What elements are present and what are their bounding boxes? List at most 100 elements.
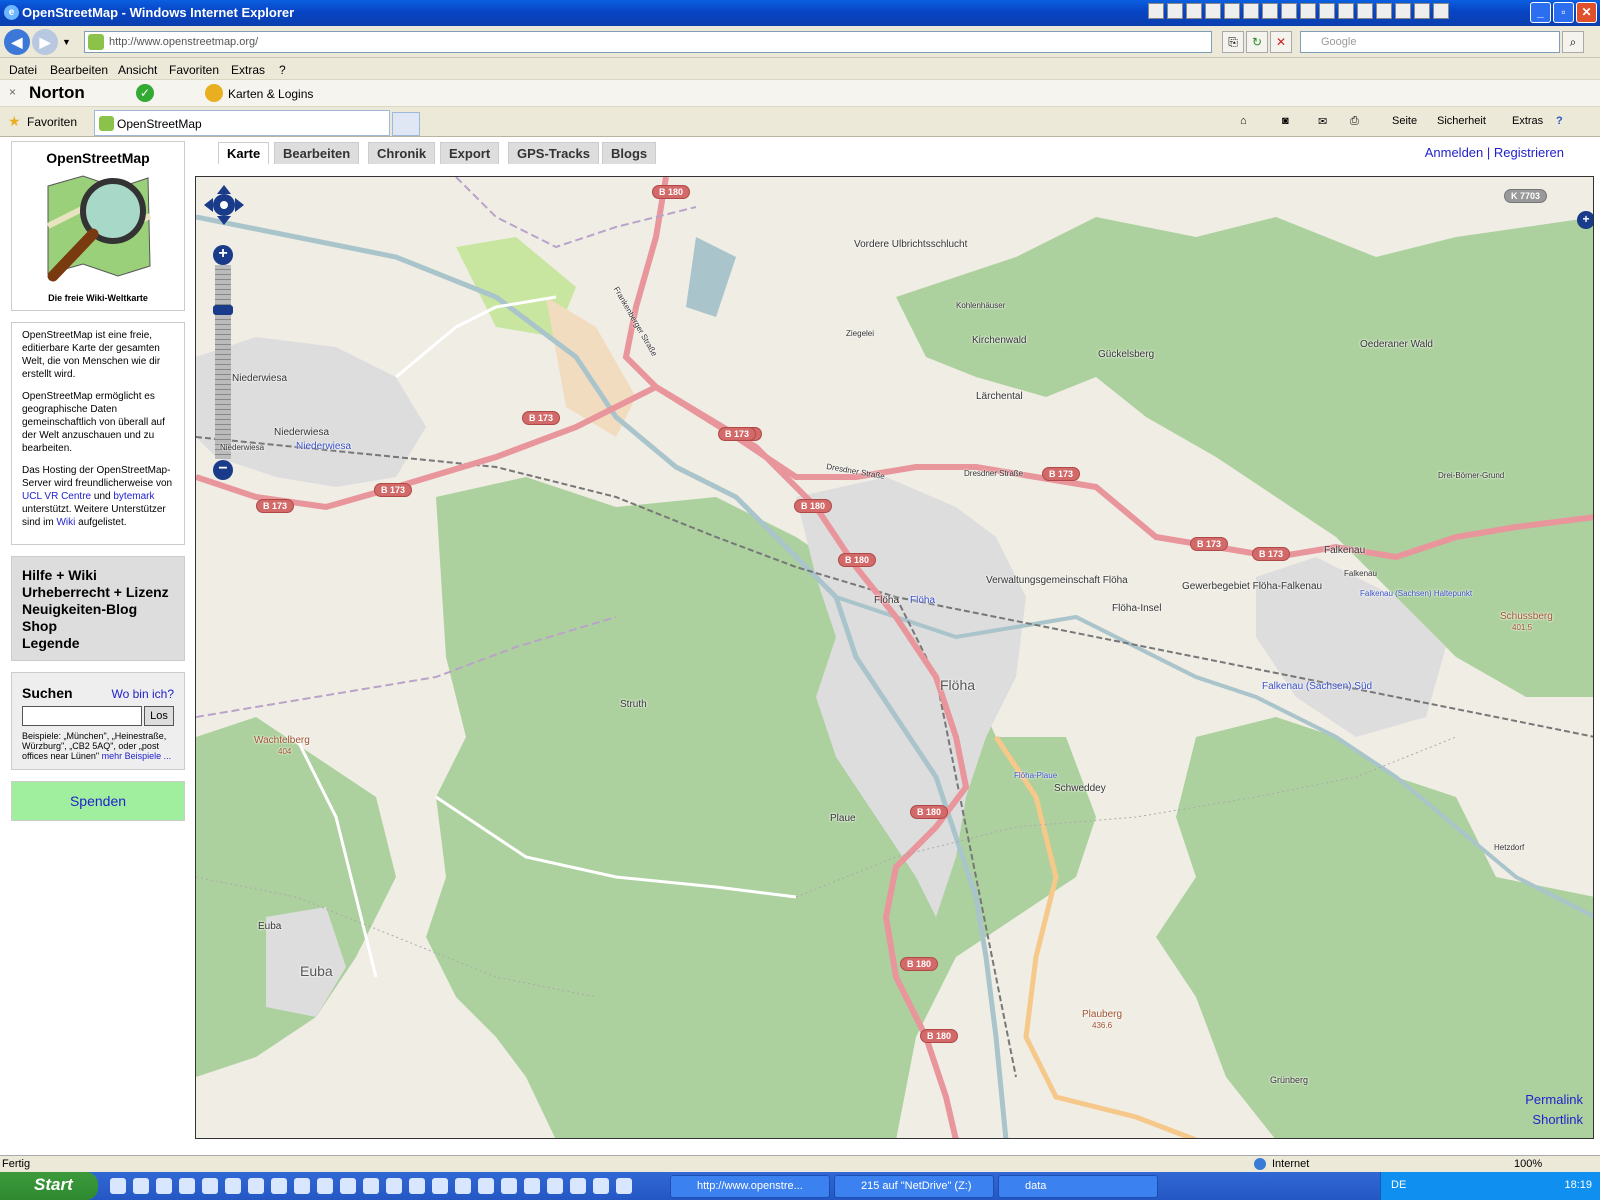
login-link[interactable]: Anmelden — [1425, 145, 1484, 160]
minimize-button[interactable]: _ — [1530, 2, 1551, 23]
app-icon[interactable] — [1376, 3, 1392, 19]
star-icon[interactable]: ★ — [8, 113, 21, 130]
app-icon[interactable] — [1414, 3, 1430, 19]
zoom-level[interactable]: 100% — [1514, 1158, 1542, 1170]
quicklaunch-icon[interactable] — [547, 1178, 563, 1194]
back-button[interactable]: ◀ — [4, 29, 30, 55]
tab-gps-tracks[interactable]: GPS-Tracks — [508, 142, 599, 164]
security-menu[interactable]: Sicherheit — [1437, 115, 1486, 127]
bytemark-link[interactable]: bytemark — [113, 491, 154, 502]
menu-datei[interactable]: Datei — [9, 63, 37, 77]
norton-logo[interactable]: Norton — [29, 83, 85, 103]
favorites-button[interactable]: Favoriten — [27, 115, 77, 129]
menu-extras[interactable]: Extras — [231, 63, 265, 77]
map[interactable]: + − + Vordere Ulbrichtsschlucht Kohlenhä… — [195, 176, 1594, 1139]
menu-favoriten[interactable]: Favoriten — [169, 63, 219, 77]
tab-chronik[interactable]: Chronik — [368, 142, 436, 164]
close-button[interactable]: ✕ — [1576, 2, 1597, 23]
app-icon[interactable] — [1148, 3, 1164, 19]
logins-menu[interactable]: Karten & Logins — [228, 87, 313, 101]
refresh-button[interactable]: ↻ — [1246, 31, 1268, 53]
quicklaunch-icon[interactable] — [570, 1178, 586, 1194]
page-menu[interactable]: Seite — [1392, 115, 1417, 127]
zoom-in-button[interactable]: + — [213, 245, 233, 265]
app-icon[interactable] — [1281, 3, 1297, 19]
app-icon[interactable] — [1319, 3, 1335, 19]
register-link[interactable]: Registrieren — [1494, 145, 1564, 160]
app-icon[interactable] — [1243, 3, 1259, 19]
zoom-slider[interactable] — [213, 305, 233, 315]
rss-icon[interactable]: ◙ — [1282, 115, 1289, 127]
quicklaunch-icon[interactable] — [225, 1178, 241, 1194]
taskbar-item[interactable]: 215 auf "NetDrive" (Z:) — [834, 1175, 994, 1198]
url-field[interactable]: http://www.openstreetmap.org/ — [84, 31, 1212, 53]
more-examples-link[interactable]: mehr Beispiele ... — [102, 751, 172, 761]
legend-link[interactable]: Legende — [22, 635, 174, 652]
tab-bearbeiten[interactable]: Bearbeiten — [274, 142, 360, 164]
layer-switcher-button[interactable]: + — [1577, 211, 1593, 229]
shortlink-link[interactable]: Shortlink — [1525, 1110, 1583, 1130]
search-icon[interactable]: ⌕ — [1562, 31, 1584, 53]
clock[interactable]: 18:19 — [1564, 1179, 1592, 1191]
stop-button[interactable]: ✕ — [1270, 31, 1292, 53]
app-icon[interactable] — [1224, 3, 1240, 19]
start-button[interactable]: Start — [0, 1172, 98, 1200]
quicklaunch-icon[interactable] — [455, 1178, 471, 1194]
quicklaunch-icon[interactable] — [363, 1178, 379, 1194]
app-icon[interactable] — [1338, 3, 1354, 19]
permalink-link[interactable]: Permalink — [1525, 1090, 1583, 1110]
print-icon[interactable]: ⎙ — [1350, 115, 1359, 128]
donate-button[interactable]: Spenden — [11, 781, 185, 821]
tab-export[interactable]: Export — [440, 142, 500, 164]
app-icon[interactable] — [1167, 3, 1183, 19]
quicklaunch-icon[interactable] — [478, 1178, 494, 1194]
language-indicator[interactable]: DE — [1391, 1179, 1406, 1191]
map-tiles[interactable] — [196, 177, 1594, 1139]
search-go-button[interactable]: Los — [144, 706, 174, 726]
quicklaunch-icon[interactable] — [616, 1178, 632, 1194]
zoom-rail[interactable] — [215, 265, 231, 459]
place-search-input[interactable] — [22, 706, 142, 726]
app-icon[interactable] — [1395, 3, 1411, 19]
taskbar-item[interactable]: data — [998, 1175, 1158, 1198]
forward-button[interactable]: ▶ — [32, 29, 58, 55]
quicklaunch-icon[interactable] — [317, 1178, 333, 1194]
zoom-out-button[interactable]: − — [213, 460, 233, 480]
quicklaunch-icon[interactable] — [271, 1178, 287, 1194]
quicklaunch-icon[interactable] — [524, 1178, 540, 1194]
app-icon[interactable] — [1205, 3, 1221, 19]
help-icon[interactable]: ? — [1556, 115, 1563, 127]
checkmark-icon[interactable]: ✓ — [136, 84, 154, 102]
wiki-link[interactable]: Wiki — [56, 517, 75, 528]
quicklaunch-icon[interactable] — [340, 1178, 356, 1194]
copyright-link[interactable]: Urheberrecht + Lizenz — [22, 584, 174, 601]
close-icon[interactable]: × — [9, 85, 16, 99]
tab-blogs[interactable]: Blogs — [602, 142, 657, 164]
quicklaunch-icon[interactable] — [202, 1178, 218, 1194]
app-icon[interactable] — [1357, 3, 1373, 19]
chevron-down-icon[interactable]: ▼ — [62, 37, 71, 47]
ucl-link[interactable]: UCL VR Centre — [22, 491, 91, 502]
menu-ansicht[interactable]: Ansicht — [118, 63, 157, 77]
shop-link[interactable]: Shop — [22, 618, 174, 635]
menu-help[interactable]: ? — [279, 63, 286, 77]
quicklaunch-icon[interactable] — [386, 1178, 402, 1194]
menu-bearbeiten[interactable]: Bearbeiten — [50, 63, 108, 77]
quicklaunch-icon[interactable] — [179, 1178, 195, 1194]
app-icon[interactable] — [1186, 3, 1202, 19]
mail-icon[interactable]: ✉ — [1318, 115, 1327, 128]
quicklaunch-icon[interactable] — [110, 1178, 126, 1194]
compat-view-button[interactable]: ⎘ — [1222, 31, 1244, 53]
quicklaunch-icon[interactable] — [248, 1178, 264, 1194]
news-blog-link[interactable]: Neuigkeiten-Blog — [22, 601, 174, 618]
taskbar-item[interactable]: http://www.openstre... — [670, 1175, 830, 1198]
maximize-button[interactable]: ▫ — [1553, 2, 1574, 23]
quicklaunch-icon[interactable] — [501, 1178, 517, 1194]
quicklaunch-icon[interactable] — [593, 1178, 609, 1194]
quicklaunch-icon[interactable] — [409, 1178, 425, 1194]
tab-karte[interactable]: Karte — [218, 142, 270, 164]
app-icon[interactable] — [1262, 3, 1278, 19]
extras-menu[interactable]: Extras — [1512, 115, 1543, 127]
new-tab-button[interactable] — [392, 112, 420, 136]
app-icon[interactable] — [1300, 3, 1316, 19]
